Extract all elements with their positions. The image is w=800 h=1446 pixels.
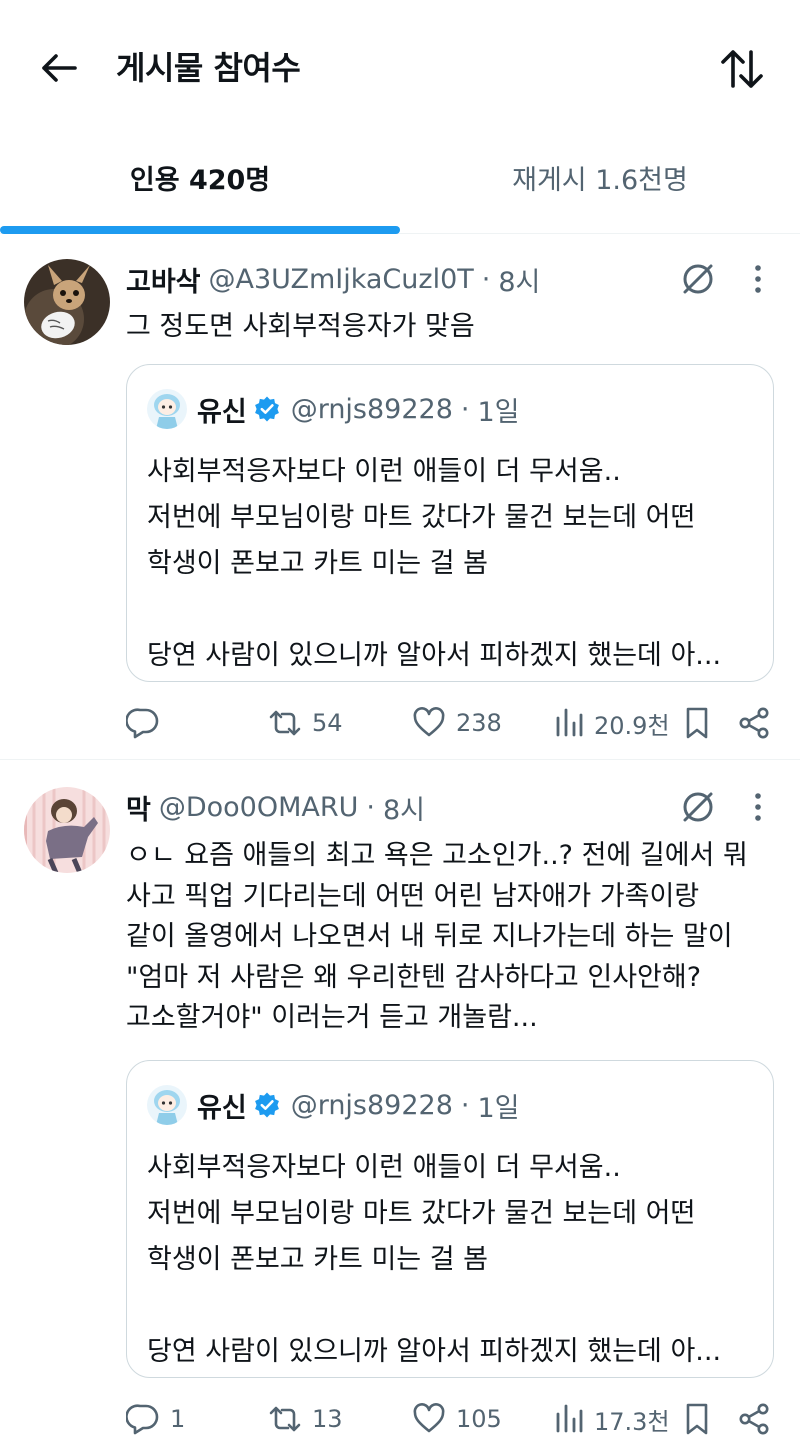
like-button[interactable]: 238 (412, 701, 502, 745)
reply-count: 1 (170, 1405, 186, 1433)
quoted-post-text: 사회부적응자보다 이런 애들이 더 무서움.. 저번에 부모님이랑 마트 갔다가… (147, 456, 722, 671)
bookmark-button[interactable] (682, 1397, 712, 1441)
views-chart-icon (556, 1404, 583, 1433)
repost-count: 54 (312, 709, 343, 737)
tab-quotes[interactable]: 인용 420명 (0, 135, 400, 233)
author-handle[interactable]: @A3UZmIjkaCuzl0T (209, 264, 474, 295)
reply-icon (126, 1404, 159, 1435)
like-count: 238 (456, 709, 502, 737)
like-button[interactable]: 105 (412, 1397, 502, 1441)
views-count: 20.9천 (594, 711, 670, 740)
grok-icon (683, 264, 713, 294)
more-options-button[interactable] (740, 785, 776, 829)
quoted-post[interactable]: 유신 @rnjs89228 · 1일 사회부적응자보다 이런 애들이 더 무서움… (126, 364, 774, 682)
quoted-post-header: 유신 @rnjs89228 · 1일 (147, 387, 520, 431)
quoted-author-name: 유신 (197, 396, 247, 428)
post-header: 고바삭 @A3UZmIjkaCuzl0T · 8시 (126, 259, 540, 299)
quoted-author-handle: @rnjs89228 (290, 1089, 453, 1121)
post-actions: 1 13 105 17.3천 (126, 1397, 776, 1441)
grok-icon (683, 792, 713, 822)
post-time[interactable]: 8시 (498, 260, 540, 299)
quoted-author-handle: @rnjs89228 (290, 393, 453, 425)
author-handle[interactable]: @Doo0OMARU (159, 792, 359, 823)
heart-icon (413, 1403, 445, 1433)
page-title: 게시물 참여수 (116, 49, 301, 87)
views-count: 17.3천 (594, 1407, 670, 1436)
post-time[interactable]: 8시 (383, 788, 425, 827)
character-avatar-image (147, 1085, 187, 1125)
separator-dot: · (460, 393, 470, 425)
verified-badge-icon (254, 1092, 279, 1118)
share-icon (739, 1403, 769, 1435)
share-icon (739, 707, 769, 739)
post-item[interactable]: 고바삭 @A3UZmIjkaCuzl0T · 8시 그 정도면 사회부적응자가 … (0, 235, 800, 760)
quoted-author-name: 유신 (197, 1092, 247, 1124)
tab-quotes-label: 인용 420명 (129, 165, 271, 196)
character-avatar-image (147, 389, 187, 429)
back-button[interactable] (36, 46, 80, 90)
share-button[interactable] (738, 1397, 770, 1441)
reply-button[interactable] (126, 701, 170, 745)
arrow-left-icon (42, 54, 77, 82)
post-text: 그 정도면 사회부적응자가 맞음 (126, 311, 475, 342)
repost-icon (269, 1406, 301, 1432)
repost-icon (269, 710, 301, 736)
post-actions: 54 238 20.9천 (126, 701, 776, 745)
post-text: ㅇㄴ 요즘 애들의 최고 욕은 고소인가..? 전에 길에서 뭐 사고 픽업 기… (126, 840, 748, 1033)
views-chart-icon (556, 708, 583, 737)
quoted-post-time: 1일 (477, 1092, 520, 1124)
post-header: 막 @Doo0OMARU · 8시 (126, 787, 425, 827)
sort-arrows-icon (721, 50, 763, 88)
bookmark-icon (686, 707, 708, 739)
more-options-button[interactable] (740, 257, 776, 301)
tab-bar: 인용 420명 재게시 1.6천명 (0, 135, 800, 234)
like-count: 105 (456, 1405, 502, 1433)
quoted-avatar (147, 1085, 187, 1125)
repost-button[interactable]: 13 (268, 1397, 343, 1441)
drawn-character-avatar-image (24, 787, 110, 873)
views-button[interactable]: 17.3천 (554, 1397, 670, 1441)
separator-dot: · (460, 1089, 470, 1121)
verified-badge-icon (254, 396, 279, 422)
author-name[interactable]: 고바삭 (126, 260, 201, 299)
active-tab-indicator (0, 226, 400, 234)
post-item[interactable]: 막 @Doo0OMARU · 8시 ㅇㄴ 요즘 애들의 최고 욕은 고소인가..… (0, 761, 800, 1446)
tab-reposts-label: 재게시 1.6천명 (512, 165, 688, 196)
top-bar: 게시물 참여수 (0, 0, 800, 135)
sort-button[interactable] (716, 44, 768, 94)
views-button[interactable]: 20.9천 (554, 701, 670, 745)
separator-dot: · (366, 791, 375, 823)
dog-avatar-image (24, 259, 110, 345)
quoted-post-header: 유신 @rnjs89228 · 1일 (147, 1083, 520, 1127)
bookmark-icon (686, 1403, 708, 1435)
author-name[interactable]: 막 (126, 788, 151, 827)
more-vertical-icon (755, 793, 761, 821)
repost-button[interactable]: 54 (268, 701, 343, 745)
tab-reposts[interactable]: 재게시 1.6천명 (400, 135, 800, 233)
heart-icon (413, 707, 445, 737)
separator-dot: · (481, 263, 491, 295)
quoted-post-time: 1일 (477, 396, 520, 428)
avatar[interactable] (24, 259, 110, 345)
bookmark-button[interactable] (682, 701, 712, 745)
quoted-avatar (147, 389, 187, 429)
reply-button[interactable]: 1 (126, 1397, 185, 1441)
grok-button[interactable] (676, 257, 720, 301)
quoted-post-text: 사회부적응자보다 이런 애들이 더 무서움.. 저번에 부모님이랑 마트 갔다가… (147, 1152, 722, 1367)
reply-icon (126, 708, 159, 739)
grok-button[interactable] (676, 785, 720, 829)
more-vertical-icon (755, 265, 761, 293)
quoted-post[interactable]: 유신 @rnjs89228 · 1일 사회부적응자보다 이런 애들이 더 무서움… (126, 1060, 774, 1378)
repost-count: 13 (312, 1405, 343, 1433)
avatar[interactable] (24, 787, 110, 873)
share-button[interactable] (738, 701, 770, 745)
